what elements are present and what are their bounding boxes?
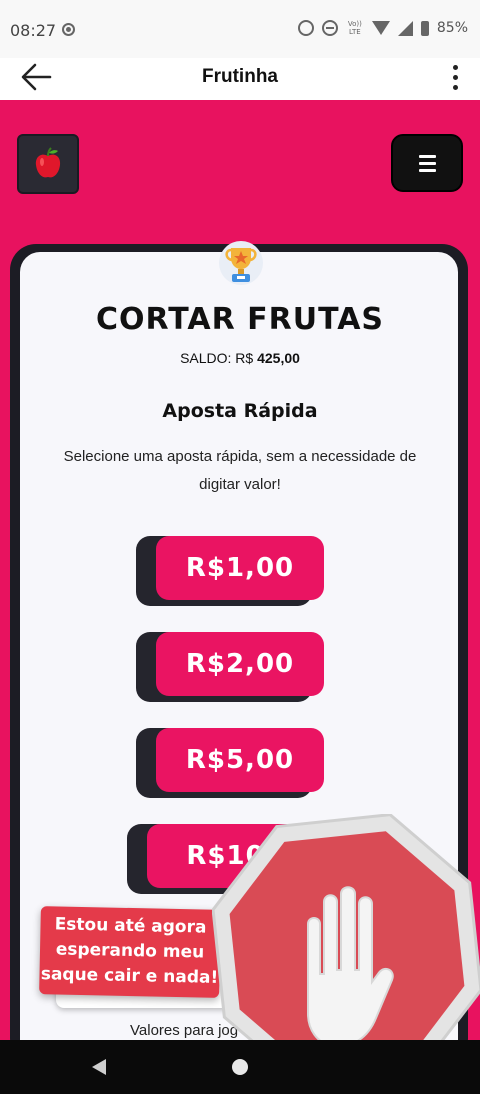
- balance-label: SALDO: R$: [180, 350, 254, 366]
- quick-bet-title: Aposta Rápida: [162, 400, 318, 422]
- menu-button[interactable]: [391, 134, 463, 192]
- system-nav-bar: [0, 1040, 480, 1094]
- nav-home-icon[interactable]: [232, 1059, 248, 1075]
- app-title: Frutinha: [202, 66, 278, 87]
- trophy-icon: [218, 240, 264, 286]
- comment-sticker: Estou até agora esperando meu saque cair…: [39, 906, 221, 998]
- bet-button-label: R$5,00: [156, 728, 324, 792]
- game-title: CORTAR FRUTAS: [95, 302, 385, 337]
- nav-back-icon[interactable]: [92, 1059, 106, 1075]
- balance-value: 425,00: [257, 350, 300, 366]
- apple-icon: [35, 147, 61, 178]
- bet-button-label: R$1,00: [156, 536, 324, 600]
- wifi-icon: [371, 21, 390, 35]
- quick-bet-description: Selecione uma aposta rápida, sem a neces…: [63, 448, 417, 493]
- apple-logo-button[interactable]: [17, 134, 79, 194]
- app-bar: Frutinha: [0, 58, 480, 100]
- battery-icon: [420, 20, 429, 36]
- status-bar: 08:27 Vo)) LTE 85%: [0, 0, 480, 58]
- alarm-icon: [297, 20, 314, 36]
- battery-level: 85%: [436, 20, 468, 36]
- screen-record-icon: [62, 23, 75, 36]
- more-options-icon[interactable]: [442, 60, 468, 94]
- status-icons: Vo)) LTE 85%: [297, 20, 468, 36]
- signal-icon: [397, 20, 413, 36]
- volte-icon: Vo)) LTE: [347, 20, 362, 36]
- do-not-disturb-icon: [321, 20, 338, 36]
- status-time: 08:27: [10, 21, 57, 40]
- balance: SALDO: R$ 425,00: [0, 350, 480, 366]
- bet-button-label: R$2,00: [156, 632, 324, 696]
